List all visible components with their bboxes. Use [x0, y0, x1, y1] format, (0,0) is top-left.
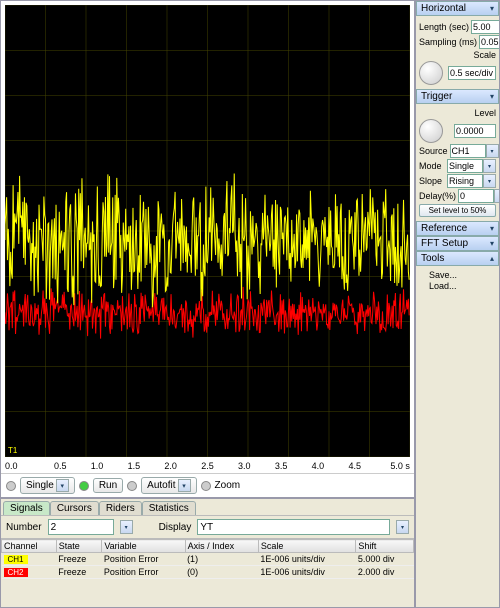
horizontal-header[interactable]: Horizontal▾ [416, 1, 499, 16]
autofit-indicator-icon [127, 481, 137, 491]
run-indicator-icon [79, 481, 89, 491]
chevron-icon: ▾ [490, 92, 494, 101]
zoom-indicator-icon [201, 481, 211, 491]
source-label: Source [419, 146, 448, 156]
load-button[interactable]: Load... [419, 281, 457, 291]
fft-header[interactable]: FFT Setup▾ [416, 236, 499, 251]
x-axis-ticks: 0.00.51.01.52.02.53.03.54.04.55.0 s [1, 461, 414, 473]
delay-input[interactable] [458, 189, 494, 203]
single-button[interactable]: Single ▾ [20, 477, 75, 494]
column-header[interactable]: Shift [356, 540, 414, 553]
sampling-input[interactable] [479, 35, 500, 49]
column-header[interactable]: Variable [102, 540, 185, 553]
tab-riders[interactable]: Riders [99, 501, 142, 515]
waveform-plot[interactable]: T1 [5, 5, 410, 457]
tab-cursors[interactable]: Cursors [50, 501, 99, 515]
scope-panel: T1 0.00.51.01.52.02.53.03.54.04.55.0 s S… [0, 0, 415, 498]
autofit-button[interactable]: Autofit ▾ [141, 477, 196, 494]
bottom-tabs: SignalsCursorsRidersStatistics [1, 499, 414, 515]
mode-select[interactable] [447, 159, 483, 173]
hscale-input[interactable] [448, 66, 496, 80]
table-row[interactable]: CH2FreezePosition Error(0)1E-006 units/d… [2, 566, 414, 579]
display-select[interactable] [197, 519, 390, 535]
chevron-icon: ▾ [490, 4, 494, 13]
source-select[interactable] [450, 144, 486, 158]
column-header[interactable]: Channel [2, 540, 57, 553]
trigger-header[interactable]: Trigger▾ [416, 89, 499, 104]
chevron-icon: ▴ [490, 254, 494, 263]
column-header[interactable]: Scale [258, 540, 355, 553]
number-dropdown[interactable]: ▾ [120, 520, 133, 534]
reference-header[interactable]: Reference▾ [416, 221, 499, 236]
length-input[interactable] [471, 20, 500, 34]
number-label: Number [6, 522, 42, 533]
save-button[interactable]: Save... [419, 270, 457, 280]
run-button[interactable]: Run [93, 478, 123, 493]
zoom-label: Zoom [215, 480, 241, 491]
table-row[interactable]: CH1FreezePosition Error(1)1E-006 units/d… [2, 553, 414, 566]
column-header[interactable]: State [56, 540, 102, 553]
slope-label: Slope [419, 176, 442, 186]
column-header[interactable]: Axis / Index [185, 540, 258, 553]
sampling-label: Sampling (ms) [419, 37, 477, 47]
level-label: Level [474, 108, 496, 118]
length-label: Length (sec) [419, 22, 469, 32]
number-select[interactable] [48, 519, 114, 535]
side-panel: Horizontal▾ Length (sec) ▾ Sampling (ms) ▾… [415, 0, 500, 608]
set-level-50-button[interactable]: Set level to 50% [419, 204, 496, 217]
tab-statistics[interactable]: Statistics [142, 501, 196, 515]
scope-toolbar: Single ▾ Run Autofit ▾ Zoom [1, 473, 414, 497]
single-indicator-icon [6, 481, 16, 491]
delay-label: Delay(%) [419, 191, 456, 201]
trigger-marker: T1 [8, 446, 17, 455]
level-input[interactable] [454, 124, 496, 138]
chevron-icon: ▾ [490, 224, 494, 233]
tab-signals[interactable]: Signals [3, 501, 50, 515]
bottom-panel: SignalsCursorsRidersStatistics Number ▾ … [0, 498, 415, 608]
hscale-knob[interactable] [419, 61, 443, 85]
display-dropdown[interactable]: ▾ [396, 520, 409, 534]
display-label: Display [159, 522, 192, 533]
channel-table: ChannelStateVariableAxis / IndexScaleShi… [1, 539, 414, 607]
chevron-icon: ▾ [490, 239, 494, 248]
slope-select[interactable] [447, 174, 483, 188]
level-knob[interactable] [419, 119, 443, 143]
tools-header[interactable]: Tools▴ [416, 251, 499, 266]
scale-label: Scale [473, 50, 496, 60]
mode-label: Mode [419, 161, 442, 171]
